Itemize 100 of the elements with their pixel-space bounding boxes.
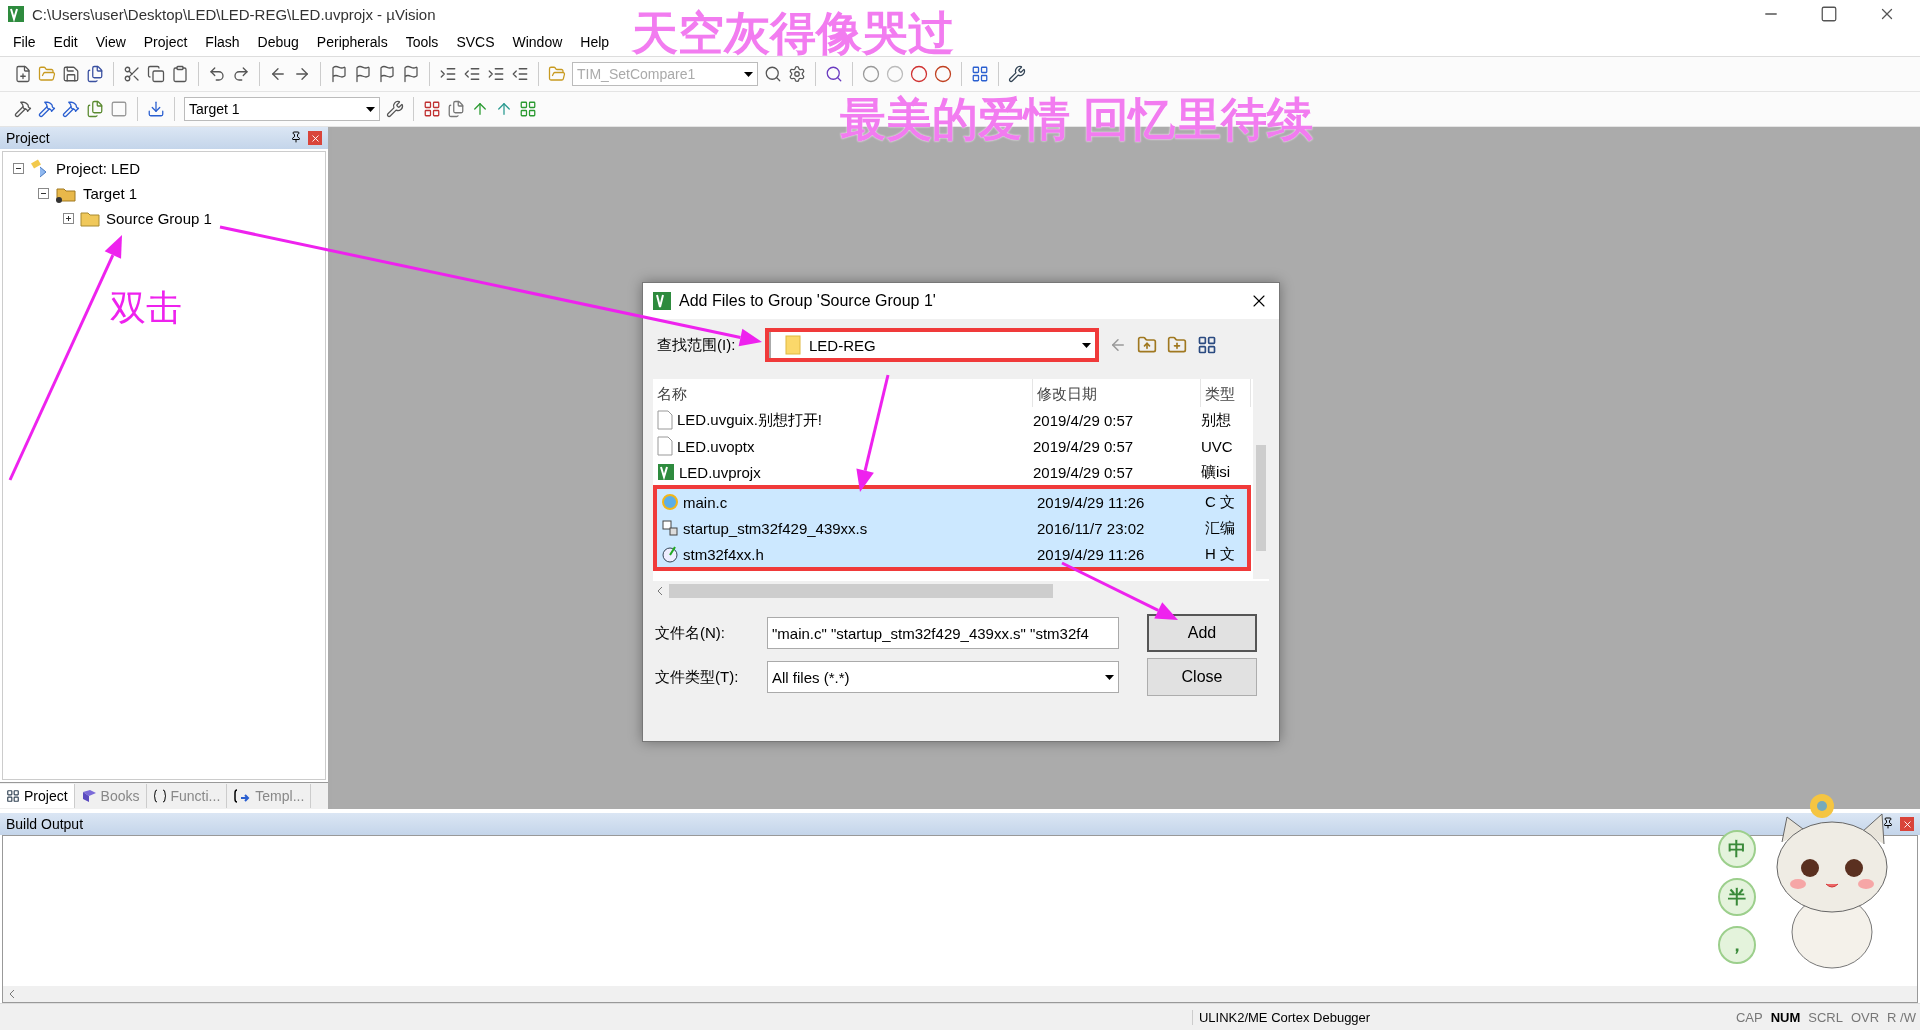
stop-build-icon[interactable] bbox=[110, 100, 128, 118]
bookmark-icon[interactable] bbox=[378, 65, 396, 83]
scissors-icon[interactable] bbox=[123, 65, 141, 83]
batch-build-icon[interactable] bbox=[86, 100, 104, 118]
view-menu-icon[interactable] bbox=[1197, 335, 1217, 355]
redo-icon[interactable] bbox=[232, 65, 250, 83]
download-icon[interactable] bbox=[147, 100, 165, 118]
file-date: 2019/4/29 0:57 bbox=[1032, 463, 1135, 481]
status-indicator: CAP bbox=[1734, 1009, 1764, 1025]
expand-toggle[interactable] bbox=[38, 188, 49, 199]
menu-item[interactable]: Help bbox=[571, 34, 619, 50]
scroll-left-icon[interactable] bbox=[657, 586, 663, 596]
horizontal-scrollbar[interactable] bbox=[3, 986, 1917, 1002]
file-type: 汇编 bbox=[1204, 518, 1236, 538]
file-row[interactable]: LED.uvprojx 2019/4/29 0:57 礦isi bbox=[653, 459, 1251, 485]
vertical-scrollbar[interactable] bbox=[1253, 379, 1269, 579]
file-row[interactable]: startup_stm32f429_439xx.s 2016/11/7 23:02 汇编 bbox=[657, 515, 1247, 541]
file-row[interactable]: stm32f4xx.h 2019/4/29 11:26 H 文 bbox=[657, 541, 1247, 567]
expand-toggle[interactable] bbox=[13, 163, 24, 174]
file-name: LED.uvprojx bbox=[679, 463, 761, 481]
field-label: 查找范围(I): bbox=[657, 335, 737, 355]
outdent-icon[interactable] bbox=[463, 65, 481, 83]
bookmark-icon[interactable] bbox=[402, 65, 420, 83]
folder-up-icon[interactable] bbox=[1137, 335, 1157, 355]
menu-item[interactable]: Flash bbox=[196, 34, 249, 50]
window-title: C:\Users\user\Desktop\LED\LED-REG\LED.uvprojx - µVision bbox=[32, 5, 437, 23]
filename-field[interactable]: "main.c" "startup_stm32f429_439xx.s" "stm32f4 bbox=[767, 617, 1119, 649]
indent-icon[interactable] bbox=[439, 65, 457, 83]
look-in-combo[interactable]: LED-REG bbox=[769, 332, 1095, 358]
add-button[interactable]: Add bbox=[1147, 614, 1257, 652]
pack-installer-icon[interactable] bbox=[519, 100, 537, 118]
tree-item[interactable]: Source Group 1 bbox=[106, 210, 212, 227]
copy-icon[interactable] bbox=[147, 65, 165, 83]
wrench-icon[interactable] bbox=[1008, 65, 1026, 83]
breakpoint-icon[interactable] bbox=[862, 65, 880, 83]
file-date: 2016/11/7 23:02 bbox=[1036, 519, 1146, 537]
breakpoint-icon[interactable] bbox=[910, 65, 928, 83]
options-icon[interactable] bbox=[386, 100, 404, 118]
build-icon[interactable] bbox=[38, 100, 56, 118]
manage-components-icon[interactable] bbox=[423, 100, 441, 118]
expand-toggle[interactable] bbox=[63, 213, 74, 224]
save-icon[interactable] bbox=[62, 65, 80, 83]
back-icon[interactable] bbox=[269, 65, 287, 83]
search-icon[interactable] bbox=[764, 65, 782, 83]
pin-icon[interactable] bbox=[290, 131, 302, 143]
tree-item[interactable]: Project: LED bbox=[56, 160, 141, 177]
pack-icon[interactable] bbox=[447, 100, 465, 118]
app-icon bbox=[8, 6, 24, 22]
status-indicator: NUM bbox=[1769, 1009, 1802, 1025]
menu-item[interactable]: Debug bbox=[248, 34, 308, 50]
tree-item[interactable]: Target 1 bbox=[83, 185, 138, 202]
menu-item[interactable]: Edit bbox=[44, 34, 87, 50]
status-indicator: SCRL bbox=[1807, 1009, 1844, 1025]
save-all-icon[interactable] bbox=[86, 65, 104, 83]
paste-icon[interactable] bbox=[171, 65, 189, 83]
lyrics-text: 天空灰得像哭过 bbox=[632, 10, 954, 56]
menu-item[interactable]: Tools bbox=[396, 34, 448, 50]
close-button[interactable] bbox=[308, 131, 322, 145]
file-row[interactable]: main.c 2019/4/29 11:26 C 文 bbox=[657, 489, 1247, 515]
breakpoint-icon[interactable] bbox=[934, 65, 952, 83]
book-icon bbox=[80, 789, 97, 803]
menu-item[interactable]: SVCS bbox=[447, 34, 504, 50]
close-button[interactable] bbox=[1900, 817, 1914, 831]
file-row[interactable]: LED.uvoptx 2019/4/29 0:57 UVC bbox=[653, 433, 1251, 459]
pin-icon[interactable] bbox=[1882, 817, 1894, 829]
file-name: startup_stm32f429_439xx.s bbox=[683, 519, 868, 537]
rebuild-icon[interactable] bbox=[62, 100, 80, 118]
column-header[interactable]: 修改日期 bbox=[1033, 379, 1201, 407]
close-icon bbox=[1901, 818, 1913, 830]
scroll-left-icon[interactable] bbox=[9, 989, 15, 999]
comment-icon[interactable] bbox=[487, 65, 505, 83]
bookmark-icon[interactable] bbox=[354, 65, 372, 83]
settings-icon[interactable] bbox=[788, 65, 806, 83]
file-date: 2019/4/29 11:26 bbox=[1036, 493, 1146, 511]
close-button[interactable]: Close bbox=[1147, 658, 1257, 696]
new-file-icon[interactable] bbox=[14, 65, 32, 83]
new-folder-icon[interactable] bbox=[1167, 335, 1187, 355]
status-indicator: R /W bbox=[1886, 1009, 1917, 1025]
file-row[interactable]: LED.uvguix.别想打开! 2019/4/29 0:57 别想 bbox=[653, 407, 1251, 433]
column-header[interactable]: 类型 bbox=[1201, 379, 1251, 407]
menu-item[interactable]: Project bbox=[134, 34, 197, 50]
filetype-combo[interactable]: All files (*.*) bbox=[767, 661, 1119, 693]
search-icon[interactable] bbox=[825, 65, 843, 83]
window-layout-icon[interactable] bbox=[971, 65, 989, 83]
uncomment-icon[interactable] bbox=[511, 65, 529, 83]
undo-icon[interactable] bbox=[208, 65, 226, 83]
file-type: UVC bbox=[1200, 437, 1234, 455]
menu-item[interactable]: File bbox=[4, 34, 45, 50]
forward-icon[interactable] bbox=[293, 65, 311, 83]
translate-icon[interactable] bbox=[14, 100, 32, 118]
panel-tab[interactable]: Project bbox=[0, 784, 75, 808]
bookmark-icon[interactable] bbox=[330, 65, 348, 83]
column-header[interactable]: 名称 bbox=[653, 379, 1033, 407]
menu-item[interactable]: Window bbox=[503, 34, 572, 50]
maximize-icon[interactable] bbox=[1820, 5, 1838, 23]
menu-item[interactable]: Peripherals bbox=[307, 34, 397, 50]
target-combo[interactable]: Target 1 bbox=[184, 97, 380, 121]
status-indicator: OVR bbox=[1849, 1009, 1881, 1025]
close-icon bbox=[309, 132, 321, 144]
menu-item[interactable]: View bbox=[86, 34, 135, 50]
